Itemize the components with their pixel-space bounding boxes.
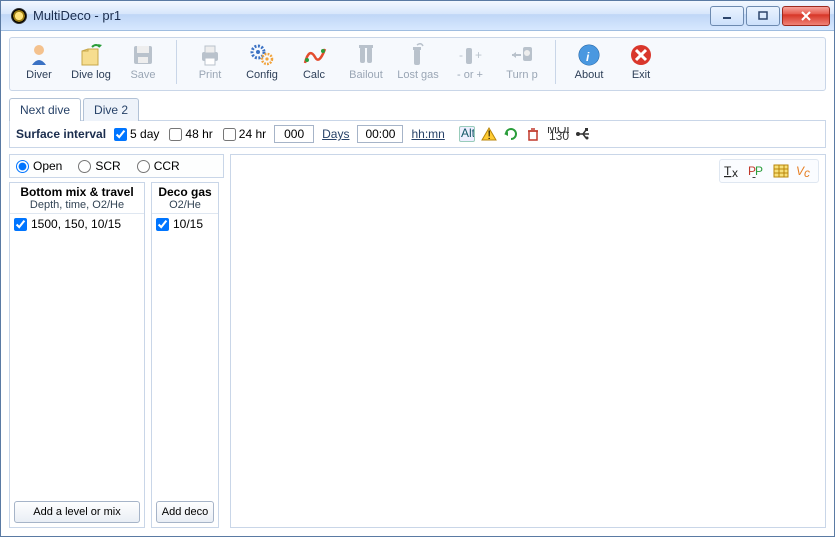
- deco-subtitle: O2/He: [152, 199, 218, 211]
- surface-interval-row: Surface interval 5 day 48 hr 24 hr 000 Day…: [9, 120, 826, 148]
- days-input[interactable]: 000: [274, 125, 314, 143]
- toolbar-turnp-button: Turn p: [497, 40, 547, 88]
- about-icon: i: [575, 42, 603, 68]
- vc-tool-icon[interactable]: Vc: [796, 163, 814, 179]
- recycle-icon[interactable]: [503, 126, 519, 142]
- bailout-icon: [352, 42, 380, 68]
- pp-tool-icon[interactable]: PP: [748, 163, 766, 179]
- svg-text:Alt: Alt: [461, 128, 474, 140]
- surface-5day-checkbox[interactable]: 5 day: [114, 127, 159, 141]
- mode-open-radio[interactable]: Open: [16, 159, 62, 173]
- save-icon: [129, 42, 157, 68]
- turnp-icon: [508, 42, 536, 68]
- list-item[interactable]: 1500, 150, 10/15: [14, 217, 140, 231]
- toolbar-diver-button[interactable]: Diver: [14, 40, 64, 88]
- client-area: DiverDive logSave PrintConfigCalcBailoutL…: [1, 31, 834, 536]
- toolbar: DiverDive logSave PrintConfigCalcBailoutL…: [9, 37, 826, 91]
- toolbar-minusplus-button: -+- or +: [445, 40, 495, 88]
- surface-mini-icons: Alt ! MOD130: [459, 126, 591, 142]
- mode-scr-radio[interactable]: SCR: [78, 159, 120, 173]
- surface-24hr-checkbox[interactable]: 24 hr: [223, 127, 266, 141]
- add-level-button[interactable]: Add a level or mix: [14, 501, 140, 523]
- mode-ccr-radio[interactable]: CCR: [137, 159, 180, 173]
- lostgas-icon: [404, 42, 432, 68]
- delete-icon[interactable]: [525, 126, 541, 142]
- tab-next-dive[interactable]: Next dive: [9, 98, 81, 121]
- toolbar-divelog-button[interactable]: Dive log: [66, 40, 116, 88]
- svg-text:x: x: [732, 166, 738, 178]
- deco-gas-list[interactable]: 10/15: [152, 213, 218, 497]
- toolbar-bailout-button: Bailout: [341, 40, 391, 88]
- exit-icon: [627, 42, 655, 68]
- toolbar-config-button[interactable]: Config: [237, 40, 287, 88]
- bottom-mix-list[interactable]: 1500, 150, 10/15: [10, 213, 144, 497]
- toolbar-save-button: Save: [118, 40, 168, 88]
- alt-icon[interactable]: Alt: [459, 126, 475, 142]
- svg-text:130: 130: [549, 129, 569, 141]
- maximize-button[interactable]: [746, 6, 780, 26]
- mod-icon[interactable]: MOD130: [547, 126, 569, 142]
- tx-tool-icon[interactable]: Tx: [724, 163, 742, 179]
- bottom-subtitle: Depth, time, O2/He: [10, 199, 144, 211]
- usb-icon[interactable]: [575, 126, 591, 142]
- svg-text:T: T: [724, 164, 732, 178]
- close-button[interactable]: [782, 6, 830, 26]
- bottom-title: Bottom mix & travel: [10, 185, 144, 199]
- svg-text:-: -: [459, 48, 463, 62]
- bottom-mix-panel: Bottom mix & travelDepth, time, O2/He 15…: [9, 182, 145, 528]
- svg-text:c: c: [804, 166, 810, 178]
- toolbar-lostgas-button: Lost gas: [393, 40, 443, 88]
- right-tool-palette: Tx PP Vc: [719, 159, 819, 183]
- add-deco-button[interactable]: Add deco: [156, 501, 214, 523]
- time-label: hh:mn: [411, 127, 444, 141]
- deco-gas-panel: Deco gasO2/He 10/15 Add deco: [151, 182, 219, 528]
- app-window: MultiDeco - pr1 DiverDive logSave PrintCo…: [0, 0, 835, 537]
- window-title: MultiDeco - pr1: [33, 8, 708, 23]
- main-area: Open SCR CCR Bottom mix & travelDepth, tim…: [9, 154, 826, 528]
- left-column: Open SCR CCR Bottom mix & travelDepth, tim…: [9, 154, 224, 528]
- divelog-icon: [77, 42, 105, 68]
- svg-text:+: +: [475, 48, 482, 62]
- surface-48hr-checkbox[interactable]: 48 hr: [169, 127, 212, 141]
- surface-interval-label: Surface interval: [16, 127, 106, 141]
- grid-tool-icon[interactable]: [772, 163, 790, 179]
- app-icon: [11, 8, 27, 24]
- deco-title: Deco gas: [152, 185, 218, 199]
- calc-icon: [300, 42, 328, 68]
- toolbar-about-button[interactable]: iAbout: [564, 40, 614, 88]
- minimize-button[interactable]: [710, 6, 744, 26]
- warning-icon[interactable]: !: [481, 126, 497, 142]
- content-pane: Tx PP Vc: [230, 154, 826, 528]
- toolbar-exit-button[interactable]: Exit: [616, 40, 666, 88]
- toolbar-calc-button[interactable]: Calc: [289, 40, 339, 88]
- time-input[interactable]: 00:00: [357, 125, 403, 143]
- minusplus-icon: -+: [456, 42, 484, 68]
- list-item[interactable]: 10/15: [156, 217, 214, 231]
- title-bar[interactable]: MultiDeco - pr1: [1, 1, 834, 31]
- days-label: Days: [322, 127, 349, 141]
- diver-icon: [25, 42, 53, 68]
- svg-text:!: !: [487, 128, 490, 141]
- svg-text:P: P: [755, 164, 763, 178]
- tab-dive-2[interactable]: Dive 2: [83, 98, 139, 121]
- print-icon: [196, 42, 224, 68]
- tab-strip: Next diveDive 2: [9, 98, 826, 121]
- toolbar-print-button: Print: [185, 40, 235, 88]
- circuit-mode-row: Open SCR CCR: [9, 154, 224, 178]
- config-icon: [248, 42, 276, 68]
